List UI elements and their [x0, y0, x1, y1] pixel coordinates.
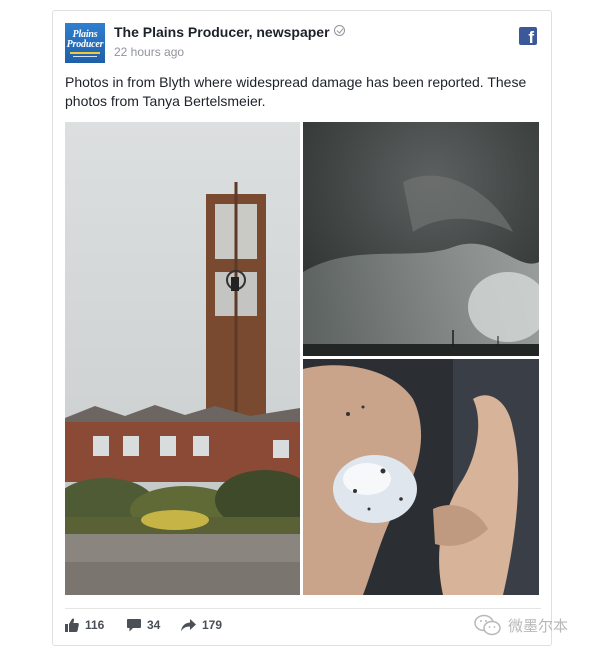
page-avatar[interactable]: Plains Producer — [65, 23, 105, 63]
post-header: Plains Producer The Plains Producer, new… — [65, 23, 541, 63]
facebook-icon[interactable]: f — [519, 27, 537, 45]
thumbs-up-icon — [65, 618, 79, 632]
share-count: 179 — [202, 618, 223, 632]
avatar-stripe — [70, 51, 100, 54]
action-divider — [65, 608, 541, 609]
comment-icon — [127, 618, 141, 631]
watermark: 微墨尔本 — [474, 614, 568, 636]
photo-hailstone[interactable] — [303, 359, 539, 595]
share-arrow-icon — [181, 618, 196, 631]
avatar-line-2: Producer — [66, 38, 104, 50]
comment-count: 34 — [147, 618, 161, 632]
wechat-icon — [474, 614, 501, 636]
watermark-text: 微墨尔本 — [508, 617, 569, 635]
post-text: Photos in from Blyth where widespread da… — [65, 74, 527, 109]
like-count: 116 — [85, 618, 105, 632]
avatar-stripe-thin — [73, 55, 97, 57]
share-button[interactable]: 179 — [181, 618, 222, 632]
page-name-link[interactable]: The Plains Producer, newspaper — [114, 24, 330, 40]
photo-church-tower[interactable] — [65, 122, 300, 595]
photo-storm-clouds[interactable] — [303, 122, 539, 356]
avatar-line-1: Plains — [72, 28, 98, 40]
post-timestamp[interactable]: 22 hours ago — [114, 45, 184, 59]
verified-check-icon — [333, 25, 345, 36]
comment-button[interactable]: 34 — [127, 618, 160, 632]
page-name-row: The Plains Producer, newspaper — [114, 24, 345, 40]
like-button[interactable]: 116 — [65, 618, 104, 632]
facebook-post-card: Plains Producer The Plains Producer, new… — [52, 10, 552, 646]
